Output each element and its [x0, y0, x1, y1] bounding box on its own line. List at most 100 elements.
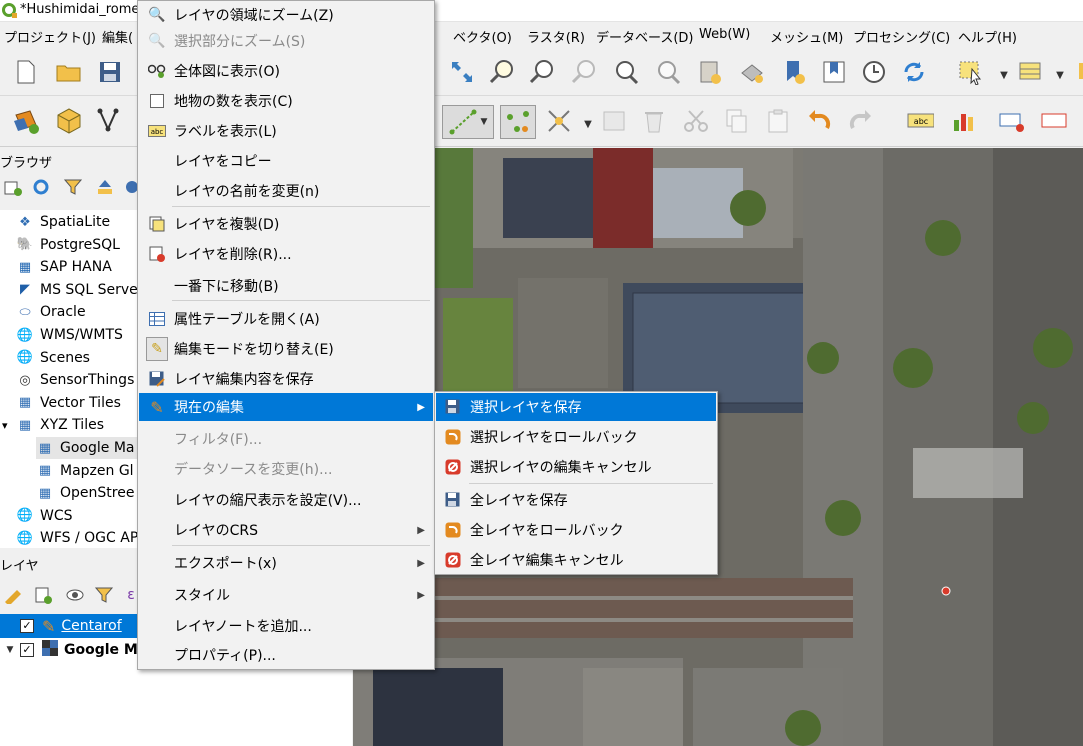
advanced-digitizing-icon[interactable]	[545, 107, 573, 135]
menu-item-export[interactable]: エクスポート(x) ▶	[139, 549, 433, 577]
overflow-tool-icon[interactable]	[1070, 58, 1083, 86]
chevron-down-icon[interactable]: ▼	[990, 62, 1018, 90]
undo-icon[interactable]	[806, 107, 834, 135]
menu-mesh[interactable]: メッシュ(M)	[770, 27, 843, 46]
menu-item-styles[interactable]: スタイル ▶	[139, 581, 433, 609]
show-bookmarks-icon[interactable]	[820, 58, 848, 86]
save-project-icon[interactable]	[96, 58, 124, 86]
browser-item-label: Scenes	[40, 349, 90, 366]
show-hide-labels-icon[interactable]	[1040, 107, 1068, 135]
menu-item-show-labels[interactable]: abc ラベルを表示(L)	[139, 117, 433, 145]
refresh-browser-icon[interactable]	[30, 176, 52, 198]
menu-item-zoom-to-layer[interactable]: 🔍 レイヤの領域にズーム(Z)	[139, 1, 433, 29]
pencil-icon: ✎	[146, 337, 168, 361]
expression-filter-icon[interactable]: ε	[124, 584, 138, 606]
zoom-in-icon[interactable]	[488, 58, 516, 86]
new-map-view-icon[interactable]	[696, 58, 724, 86]
menu-processing[interactable]: プロセシング(C)	[853, 27, 950, 46]
open-project-icon[interactable]	[55, 58, 83, 86]
open-data-source-manager-icon[interactable]	[12, 107, 40, 135]
diagram-icon[interactable]	[950, 107, 978, 135]
menu-item-zoom-to-selection[interactable]: 🔍 選択部分にズーム(S)	[139, 27, 433, 55]
pin-labels-icon[interactable]	[998, 107, 1026, 135]
menu-item-copy-layer[interactable]: レイヤをコピー	[139, 147, 433, 175]
submenu-item-save-selected[interactable]: 選択レイヤを保存	[436, 393, 716, 421]
menu-item-move-to-bottom[interactable]: 一番下に移動(B)	[139, 272, 433, 300]
redo-icon[interactable]	[846, 107, 874, 135]
properties-icon[interactable]	[122, 176, 138, 198]
menu-item-toggle-editing[interactable]: ✎ 編集モードを切り替え(E)	[139, 335, 433, 363]
menu-item-remove-layer[interactable]: レイヤを削除(R)...	[139, 240, 433, 268]
browser-item-label: SensorThings	[40, 372, 135, 389]
menu-item-add-layer-notes[interactable]: レイヤノートを追加...	[139, 612, 433, 640]
digitize-line-icon[interactable]: ▼	[442, 105, 494, 139]
menu-item-save-layer-edits[interactable]: レイヤ編集内容を保存	[139, 365, 433, 393]
menu-web[interactable]: Web(W)	[699, 27, 750, 42]
attribute-table-toolbar-icon[interactable]	[1016, 58, 1044, 86]
menu-edit[interactable]: 編集(	[102, 27, 133, 46]
menu-item-change-data-source[interactable]: データソースを変更(h)...	[139, 455, 433, 483]
cut-features-icon[interactable]	[682, 107, 710, 135]
menu-vector[interactable]: ベクタ(O)	[453, 27, 512, 46]
pan-to-selection-icon[interactable]	[448, 58, 476, 86]
browser-item-label: MS SQL Serve	[40, 281, 138, 298]
menu-help[interactable]: ヘルプ(H)	[958, 27, 1017, 46]
collapse-all-icon[interactable]	[94, 176, 116, 198]
cancel-all-icon	[444, 551, 462, 569]
submenu-item-rollback-selected[interactable]: 選択レイヤをロールバック	[436, 423, 716, 451]
zoom-native-icon[interactable]	[570, 58, 598, 86]
new-shapefile-icon[interactable]	[96, 107, 124, 135]
menu-item-duplicate-layer[interactable]: レイヤを複製(D)	[139, 210, 433, 238]
menu-item-rename-layer[interactable]: レイヤの名前を変更(n)	[139, 177, 433, 205]
select-features-icon[interactable]	[958, 58, 986, 86]
chevron-down-icon[interactable]: ▼	[0, 645, 20, 655]
menu-separator	[172, 545, 430, 546]
add-group-icon[interactable]	[32, 584, 54, 606]
submenu-item-save-all[interactable]: 全レイヤを保存	[436, 486, 716, 514]
layer-styling-icon[interactable]	[2, 584, 24, 606]
menu-item-set-scale-visibility[interactable]: レイヤの縮尺表示を設定(V)...	[139, 486, 433, 514]
zoom-out-icon[interactable]	[528, 58, 556, 86]
paste-features-icon[interactable]	[764, 107, 792, 135]
menu-item-show-feature-count[interactable]: 地物の数を表示(C)	[139, 87, 433, 115]
menu-item-open-attribute-table[interactable]: 属性テーブルを開く(A)	[139, 305, 433, 333]
qgis-logo-icon	[2, 3, 17, 18]
copy-features-icon[interactable]	[722, 107, 750, 135]
filter-icon[interactable]	[62, 176, 84, 198]
browser-item-label: Oracle	[40, 304, 86, 321]
menu-item-filter[interactable]: フィルタ(F)...	[139, 425, 433, 453]
layer-row-centarof[interactable]: ✓ ✎ Centarof	[0, 614, 140, 638]
vertex-tool-icon[interactable]	[500, 105, 536, 139]
refresh-icon[interactable]	[900, 58, 928, 86]
filter-legend-icon[interactable]	[94, 584, 116, 606]
modify-attributes-icon[interactable]	[600, 107, 628, 135]
layer-visibility-checkbox[interactable]: ✓	[20, 619, 34, 633]
menu-database[interactable]: データベース(D)	[596, 27, 694, 46]
manage-visibility-icon[interactable]	[64, 584, 86, 606]
new-project-icon[interactable]	[12, 58, 40, 86]
menu-raster[interactable]: ラスタ(R)	[527, 27, 585, 46]
submenu-item-cancel-all[interactable]: 全レイヤ編集キャンセル	[436, 546, 716, 574]
menu-item-properties[interactable]: プロパティ(P)...	[139, 641, 433, 669]
zoom-full-icon[interactable]	[612, 58, 640, 86]
new-3d-view-icon[interactable]	[738, 58, 766, 86]
chevron-down-icon[interactable]: ▼	[574, 111, 602, 139]
submenu-item-cancel-selected[interactable]: 選択レイヤの編集キャンセル	[436, 453, 716, 481]
menu-project[interactable]: プロジェクト(J)	[4, 27, 96, 46]
menu-item-show-in-overview[interactable]: 全体図に表示(O)	[139, 57, 433, 85]
submenu-item-rollback-all[interactable]: 全レイヤをロールバック	[436, 516, 716, 544]
delete-selected-icon[interactable]	[640, 107, 668, 135]
menu-item-layer-crs[interactable]: レイヤのCRS ▶	[139, 516, 433, 544]
add-selected-layers-icon[interactable]	[2, 176, 24, 198]
browser-item-label: PostgreSQL	[40, 236, 120, 253]
spatialite-icon: ❖	[19, 214, 31, 230]
zoom-layer-toolbar-icon[interactable]	[654, 58, 682, 86]
label-toolbar-icon[interactable]: abc	[906, 107, 934, 135]
layer-row-google[interactable]: ▼ ✓ Google M	[0, 638, 140, 662]
layer-visibility-checkbox[interactable]: ✓	[20, 643, 34, 657]
temporal-controller-icon[interactable]	[860, 58, 888, 86]
new-bookmark-icon[interactable]	[780, 58, 808, 86]
new-geopackage-icon[interactable]	[55, 107, 83, 135]
chevron-down-icon[interactable]: ▾	[2, 419, 8, 432]
menu-item-current-edits[interactable]: ✎ 現在の編集 ▶	[139, 393, 433, 421]
